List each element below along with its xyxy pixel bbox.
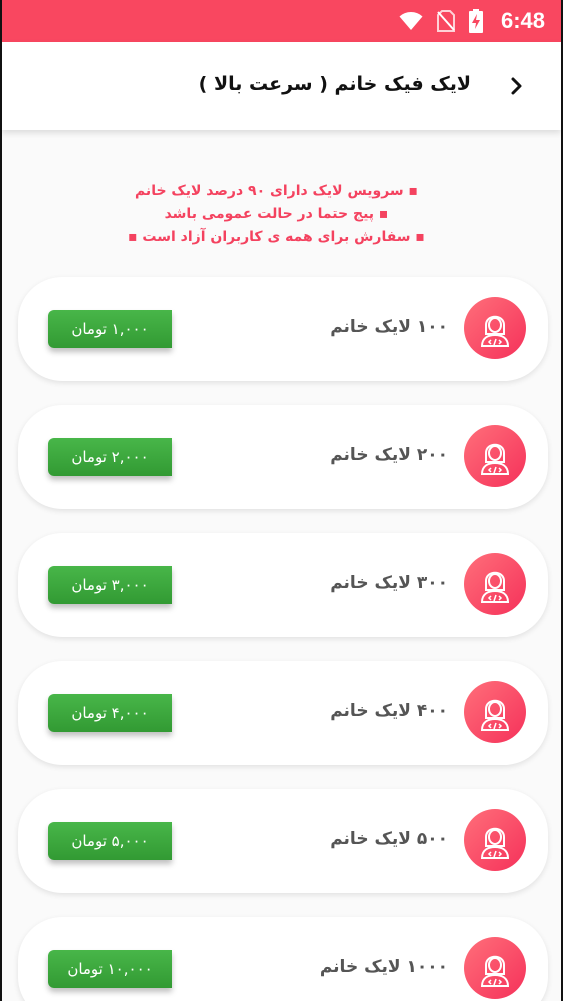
price-button[interactable]: ۳,۰۰۰ تومان	[48, 566, 172, 604]
notice-line: ▪ سفارش برای همه ی کاربران آزاد است ▪	[128, 229, 425, 245]
package-card-100[interactable]: ۱۰۰ لایک خانم ۱,۰۰۰ تومان	[18, 277, 548, 381]
avatar	[464, 681, 526, 743]
package-card-200[interactable]: ۲۰۰ لایک خانم ۲,۰۰۰ تومان	[18, 405, 548, 509]
price-button[interactable]: ۴,۰۰۰ تومان	[48, 694, 172, 732]
page-title: لایک فیک خانم ( سرعت بالا )	[198, 73, 471, 95]
package-label: ۴۰۰ لایک خانم	[330, 701, 448, 721]
price-button[interactable]: ۱۰,۰۰۰ تومان	[48, 950, 172, 988]
avatar	[464, 937, 526, 999]
notice-line: ▪ سرویس لایک دارای ۹۰ درصد لایک خانم	[134, 183, 419, 199]
avatar	[464, 425, 526, 487]
wifi-icon	[399, 12, 423, 30]
female-developer-icon	[480, 315, 510, 347]
avatar	[464, 809, 526, 871]
package-label: ۱۰۰ لایک خانم	[330, 317, 448, 337]
back-button[interactable]	[503, 72, 531, 100]
status-icons: 6:48	[399, 8, 545, 34]
service-notice: ▪ سرویس لایک دارای ۹۰ درصد لایک خانم ▪ پ…	[2, 180, 561, 249]
chevron-right-icon	[511, 77, 522, 95]
package-card-500[interactable]: ۵۰۰ لایک خانم ۵,۰۰۰ تومان	[18, 789, 548, 893]
battery-charging-icon	[468, 9, 483, 33]
package-card-400[interactable]: ۴۰۰ لایک خانم ۴,۰۰۰ تومان	[18, 661, 548, 765]
notice-line: ▪ پیج حتما در حالت عمومی باشد	[164, 206, 389, 222]
female-developer-icon	[480, 571, 510, 603]
package-label: ۳۰۰ لایک خانم	[330, 573, 448, 593]
status-time: 6:48	[500, 8, 545, 33]
avatar	[464, 297, 526, 359]
app-bar: لایک فیک خانم ( سرعت بالا )	[2, 42, 561, 130]
price-button[interactable]: ۵,۰۰۰ تومان	[48, 822, 172, 860]
avatar	[464, 553, 526, 615]
package-label: ۱۰۰۰ لایک خانم	[319, 957, 448, 977]
status-bar: 6:48	[2, 0, 561, 42]
package-label: ۲۰۰ لایک خانم	[330, 445, 448, 465]
no-sim-icon	[436, 10, 455, 32]
female-developer-icon	[480, 443, 510, 475]
female-developer-icon	[480, 827, 510, 859]
app-screen: 6:48 لایک فیک خانم ( سرعت بالا ) ▪ سرویس…	[0, 0, 563, 1001]
female-developer-icon	[480, 699, 510, 731]
female-developer-icon	[480, 955, 510, 987]
price-button[interactable]: ۲,۰۰۰ تومان	[48, 438, 172, 476]
package-label: ۵۰۰ لایک خانم	[330, 829, 448, 849]
package-card-300[interactable]: ۳۰۰ لایک خانم ۳,۰۰۰ تومان	[18, 533, 548, 637]
price-button[interactable]: ۱,۰۰۰ تومان	[48, 310, 172, 348]
package-card-1000[interactable]: ۱۰۰۰ لایک خانم ۱۰,۰۰۰ تومان	[18, 917, 548, 1001]
